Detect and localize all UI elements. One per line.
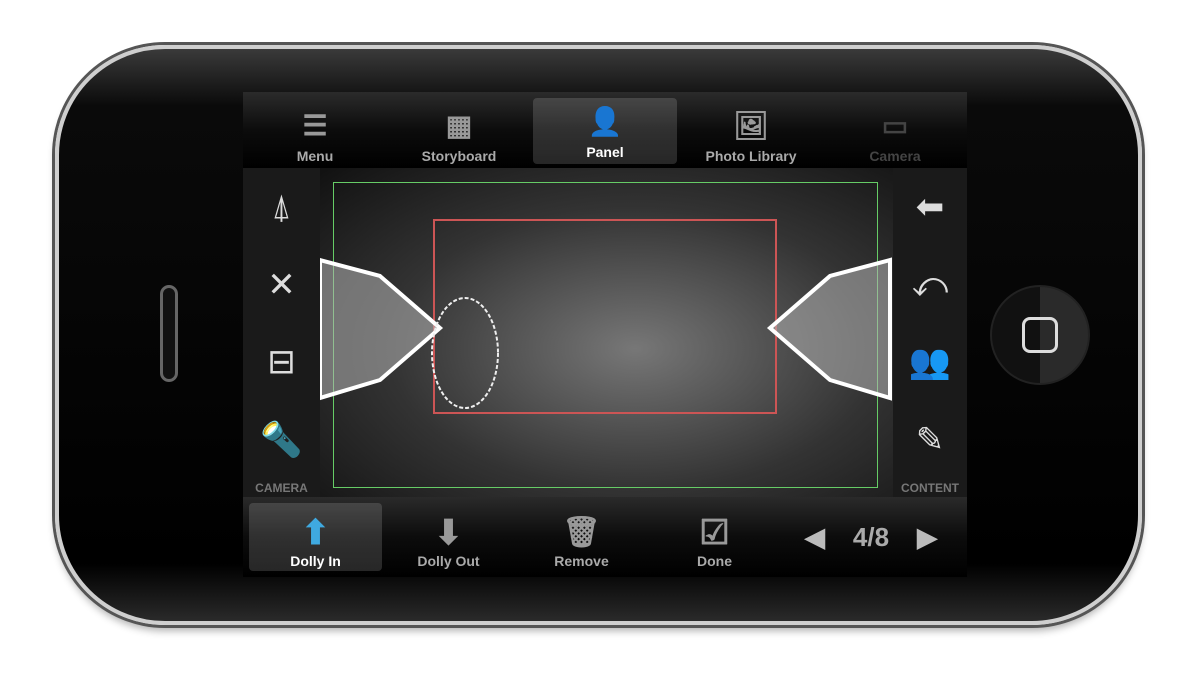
rotate-icon[interactable]: ⤺	[912, 268, 948, 302]
done-label: Done	[697, 553, 732, 569]
page-indicator: 4/8	[852, 521, 890, 552]
panel-photo[interactable]	[320, 168, 893, 497]
panel-label: Panel	[586, 144, 624, 160]
menu-label: Menu	[296, 148, 334, 164]
prev-page-icon[interactable]: ◀	[805, 522, 825, 553]
arrow-down-icon: ⬇	[434, 514, 463, 552]
flashlight-icon[interactable]: 🔦	[260, 423, 302, 457]
collapse-arrows-icon[interactable]: ✕	[267, 268, 296, 302]
bottom-toolbar: ⬆ Dolly In ⬇ Dolly Out 🗑 Remove ☑ Done ◀ 4/8…	[243, 497, 967, 577]
home-button[interactable]	[990, 285, 1090, 385]
menu-button[interactable]: ☰ Menu	[243, 92, 387, 168]
pencil-icon[interactable]: ✎	[916, 423, 945, 457]
top-toolbar: ☰ Menu ▦ Storyboard 👤 Panel 🖼 Photo Library …	[243, 92, 967, 168]
content-panel: ⬅ ⤺ 👥 ✎ CONTENT	[893, 168, 967, 497]
storyboard-label: Storyboard	[421, 148, 497, 164]
list-icon: ☰	[302, 110, 328, 141]
person-panel-icon: 👤	[587, 106, 623, 137]
arrow-up-icon: ⬆	[301, 514, 330, 552]
done-button[interactable]: ☑ Done	[648, 503, 781, 571]
checkbox-icon: ☑	[699, 514, 730, 552]
dolly-right-arrow	[766, 257, 892, 401]
photo-library-label: Photo Library	[705, 148, 797, 164]
home-square-icon	[1022, 317, 1058, 353]
dolly-out-button[interactable]: ⬇ Dolly Out	[382, 503, 515, 571]
trash-icon: 🗑	[562, 516, 601, 549]
next-page-icon[interactable]: ▶	[917, 522, 937, 553]
camera-button[interactable]: ▭ Camera	[823, 92, 967, 168]
fingerprint-icon	[431, 297, 499, 409]
app-screen: ☰ Menu ▦ Storyboard 👤 Panel 🖼 Photo Library …	[243, 92, 967, 577]
earpiece-slot	[160, 285, 178, 382]
page-navigator: ◀ 4/8 ▶	[781, 503, 961, 571]
camera-icon: ▭	[881, 110, 909, 141]
content-panel-label: CONTENT	[901, 481, 959, 495]
figures-icon[interactable]: 👥	[909, 345, 951, 379]
dolly-out-label: Dolly Out	[417, 553, 480, 569]
remove-button[interactable]: 🗑 Remove	[515, 503, 648, 571]
photos-icon: 🖼	[733, 110, 769, 141]
storyboard-icon: ▦	[445, 110, 473, 141]
storyboard-button[interactable]: ▦ Storyboard	[387, 92, 531, 168]
dolly-in-label: Dolly In	[290, 553, 341, 569]
track-icon[interactable]: ⊟	[267, 345, 296, 379]
camera-panel-label: CAMERA	[255, 481, 308, 495]
remove-label: Remove	[554, 553, 609, 569]
photo-library-button[interactable]: 🖼 Photo Library	[679, 92, 823, 168]
dolly-arrows	[320, 257, 892, 409]
camera-panel: ⍋ ✕ ⊟ 🔦 CAMERA	[243, 168, 320, 497]
ladder-icon[interactable]: ⍋	[271, 190, 291, 224]
panel-tab[interactable]: 👤 Panel	[533, 98, 677, 164]
camera-label: Camera	[869, 148, 921, 164]
arrow-left-icon[interactable]: ⬅	[916, 190, 945, 224]
dolly-left-arrow	[320, 257, 444, 401]
dolly-in-button[interactable]: ⬆ Dolly In	[249, 503, 382, 571]
